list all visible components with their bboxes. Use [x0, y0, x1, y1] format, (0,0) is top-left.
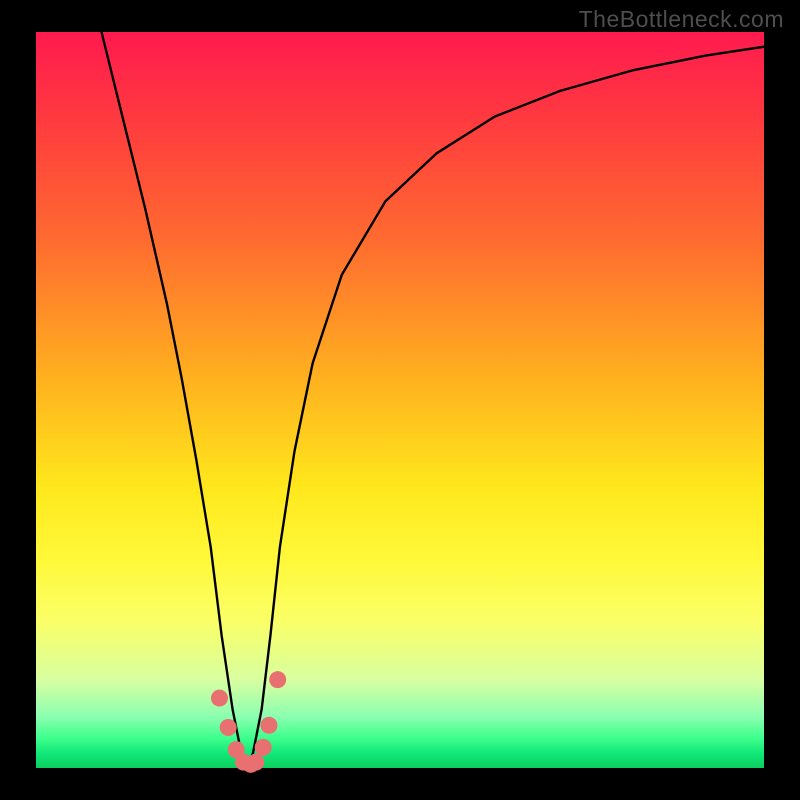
marker-dot [211, 690, 228, 707]
curve-markers [211, 671, 286, 773]
chart-frame: TheBottleneck.com [0, 0, 800, 800]
marker-dot [269, 671, 286, 688]
marker-dot [247, 754, 264, 771]
chart-svg [36, 32, 764, 768]
marker-dot [255, 739, 272, 756]
curve-path [102, 32, 764, 766]
marker-dot [260, 717, 277, 734]
plot-area [36, 32, 764, 768]
marker-dot [220, 719, 237, 736]
watermark-label: TheBottleneck.com [579, 6, 784, 33]
